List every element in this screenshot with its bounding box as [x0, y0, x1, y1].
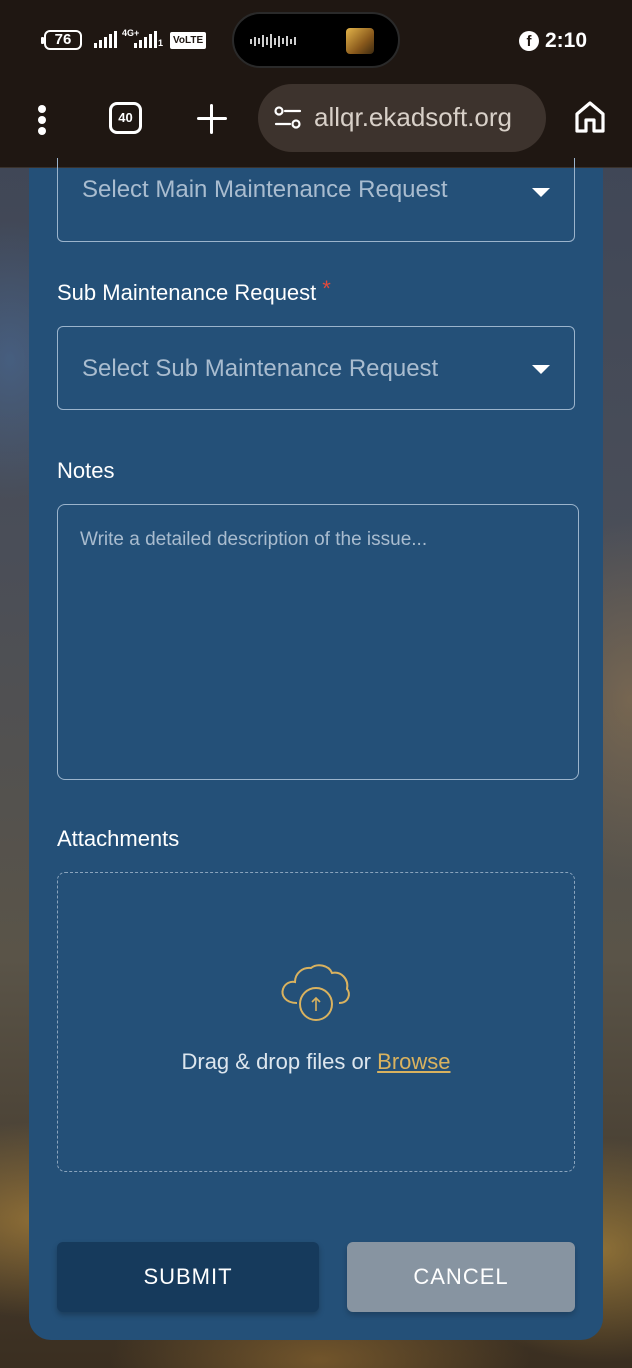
- notes-placeholder: Write a detailed description of the issu…: [80, 529, 428, 550]
- browser-toolbar: 40 allqr.ekadsoft.org: [0, 82, 632, 168]
- signal-strength-icon: [94, 30, 117, 48]
- sub-request-label: Sub Maintenance Request *: [57, 276, 331, 306]
- submit-button[interactable]: SUBMIT: [57, 1242, 319, 1312]
- audio-waveform-icon: [250, 34, 296, 48]
- sub-request-placeholder: Select Sub Maintenance Request: [82, 355, 439, 382]
- attachments-dropzone[interactable]: Drag & drop files or Browse: [57, 872, 575, 1172]
- status-bar: 76 4G+ 1 VoLTE f 2:10: [0, 0, 632, 82]
- site-settings-icon[interactable]: [274, 106, 302, 130]
- cancel-button[interactable]: CANCEL: [347, 1242, 575, 1312]
- url-text[interactable]: allqr.ekadsoft.org: [314, 102, 512, 133]
- required-marker: *: [322, 276, 331, 301]
- tabs-button[interactable]: 40: [109, 102, 142, 134]
- dynamic-island[interactable]: [232, 12, 400, 68]
- menu-dots-icon[interactable]: [34, 105, 50, 135]
- now-playing-artwork: [346, 28, 374, 54]
- notes-label: Notes: [57, 458, 115, 483]
- address-bar[interactable]: allqr.ekadsoft.org: [258, 84, 546, 152]
- drop-text: Drag & drop files or: [181, 1049, 372, 1074]
- battery-indicator: 76: [41, 30, 82, 50]
- sub-maintenance-request-select[interactable]: Select Sub Maintenance Request: [57, 326, 575, 410]
- clock: 2:10: [545, 29, 588, 52]
- chevron-down-icon: [532, 365, 550, 374]
- signal-strength-sim2-icon: [134, 30, 157, 48]
- main-maintenance-request-select[interactable]: Select Main Maintenance Request: [57, 158, 575, 242]
- plus-icon[interactable]: [196, 103, 228, 135]
- facebook-icon: f: [519, 31, 539, 51]
- volte-icon: VoLTE: [170, 32, 207, 49]
- notes-textarea[interactable]: Write a detailed description of the issu…: [57, 504, 579, 780]
- main-request-placeholder: Select Main Maintenance Request: [82, 176, 448, 203]
- maintenance-request-form: Select Main Maintenance Request Sub Main…: [29, 158, 603, 1340]
- home-icon[interactable]: [574, 100, 606, 134]
- chevron-down-icon: [532, 188, 550, 197]
- sub-request-label-text: Sub Maintenance Request: [57, 280, 317, 305]
- dropzone-instructions: Drag & drop files or Browse: [58, 1049, 574, 1075]
- cloud-upload-icon: [281, 964, 350, 1021]
- attachments-label: Attachments: [57, 826, 180, 851]
- sim2-label: 1: [158, 38, 164, 48]
- browse-link[interactable]: Browse: [377, 1049, 450, 1074]
